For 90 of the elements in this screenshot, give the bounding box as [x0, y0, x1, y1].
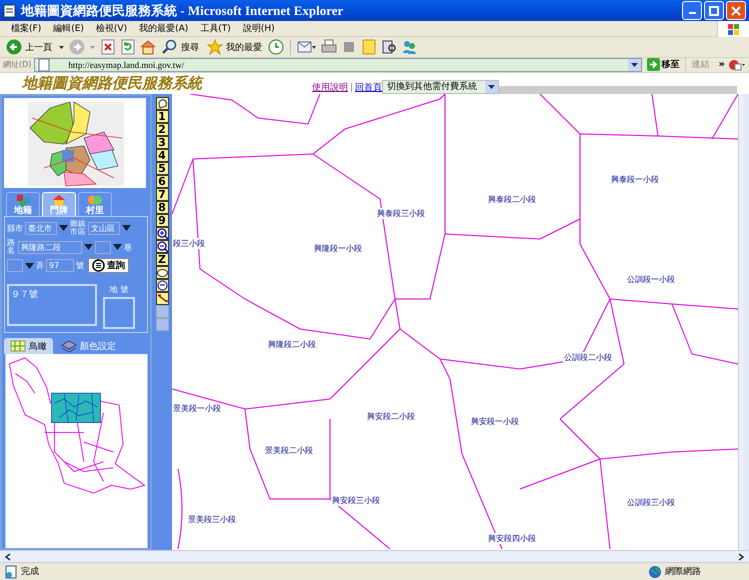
printer-icon[interactable] [321, 39, 337, 56]
land-number-label: 地 號 [110, 284, 128, 296]
home-icon[interactable] [140, 39, 156, 56]
close-icon [731, 6, 741, 16]
zoom-level-button[interactable]: 9 [156, 214, 168, 228]
menu-item[interactable]: 說明(H) [238, 22, 280, 36]
parcel-label: 興泰段三小段 [376, 208, 426, 220]
zoom-level-button[interactable]: 3 [156, 136, 168, 150]
zoom-level-button[interactable]: 4 [156, 149, 168, 162]
address-field[interactable]: http://easymap.land.moi.gov.tw/ [34, 58, 642, 72]
search-icon [162, 39, 178, 56]
tab-icon [10, 340, 26, 352]
zoom-in-icon [156, 228, 168, 240]
parcel-label: 興泰段一小段 [610, 174, 660, 186]
zoom-level-button[interactable]: 1 [156, 110, 168, 124]
status-text: 完成 [21, 566, 39, 578]
parcel-label: 段三小段 [172, 238, 206, 250]
parcel-label: 興安段三小段 [331, 495, 381, 506]
address-label: 網址(D) [3, 59, 32, 70]
menu-item[interactable]: 工具(T) [195, 22, 236, 36]
view-tab[interactable]: 鳥瞰 [4, 338, 53, 354]
zoom-level-button[interactable]: 7 [156, 188, 168, 202]
zoom-level-button[interactable]: 5 [156, 162, 168, 176]
parcel-label: 興隆段一小段 [313, 243, 363, 254]
dropdown-arrow-icon [25, 262, 34, 269]
parcel-label: 興安段四小段 [487, 533, 537, 544]
go-arrow-icon [646, 58, 660, 72]
lane-label: 巷 [124, 242, 132, 253]
header-link[interactable]: 回首頁 [355, 81, 382, 94]
full-extent-button[interactable]: Z [156, 253, 168, 266]
globe-icon [648, 564, 662, 579]
minimize-button[interactable] [682, 1, 702, 20]
parcel-label: 景美段二小段 [264, 445, 314, 456]
menu-item[interactable]: 檢視(V) [90, 22, 132, 36]
measure-button[interactable] [156, 292, 168, 306]
vertical-scrollbar[interactable] [738, 94, 749, 550]
parcel-label: 興隆段二小段 [267, 339, 317, 350]
zoom-in-button[interactable] [156, 227, 168, 240]
zoom-out-button[interactable] [156, 240, 168, 254]
parcel-label: 公訓段三小段 [626, 497, 676, 508]
system-select[interactable]: 切換到其他需付費系統 [382, 80, 499, 94]
measure-icon [156, 293, 168, 304]
zoom-out-icon [156, 241, 168, 252]
zoom-level-button[interactable]: 8 [156, 201, 168, 214]
dropdown-arrow-icon [84, 244, 93, 250]
site-logo: 地籍圖資網路便民服務系統 [22, 74, 205, 94]
parcel-label: 景美段一小段 [172, 403, 222, 414]
parcel-label: 興安段二小段 [366, 411, 416, 422]
parcel-label: 公訓段一小段 [626, 274, 676, 286]
more-button[interactable]: » [718, 59, 725, 70]
maximize-button[interactable] [704, 1, 724, 20]
road-label: 路名 [7, 239, 16, 256]
favorites-button[interactable]: 我的最愛 [205, 39, 264, 56]
dropdown-arrow-icon [113, 244, 122, 250]
tab-icon [61, 340, 77, 352]
go-button[interactable]: 移至 [644, 58, 682, 72]
maximize-icon [709, 6, 719, 16]
parcel-label: 興泰段二小段 [487, 194, 537, 206]
page-done-icon [4, 564, 18, 579]
back-button[interactable]: 上一頁 [4, 39, 54, 56]
alley-label: 弄 [36, 260, 44, 272]
menu-item[interactable]: 編輯(E) [48, 22, 89, 36]
parcel-label: 景美段三小段 [187, 514, 237, 526]
horizontal-scrollbar[interactable] [0, 550, 749, 562]
search-button[interactable]: 搜尋 [160, 39, 201, 56]
search-icon [92, 259, 105, 272]
star-icon [207, 39, 223, 56]
stop-icon[interactable] [100, 39, 116, 56]
zoom-level-button[interactable]: 6 [156, 175, 168, 188]
window-title: 地籍圖資網路便民服務系統 - Microsoft Internet Explorer [21, 2, 344, 20]
dropdown-arrow-icon [122, 225, 131, 232]
close-button[interactable] [726, 1, 746, 20]
flag-logo-icon [726, 22, 740, 36]
menu-item[interactable]: 我的最愛(A) [134, 22, 194, 36]
menu-item[interactable]: 檔案(F) [6, 22, 46, 36]
parcel-label: 興安段一小段 [470, 416, 520, 428]
page-icon [3, 4, 17, 18]
city-label: 縣市 [7, 222, 23, 234]
parcel-label: 公訓段二小段 [563, 352, 613, 364]
dropdown-arrow-icon [59, 225, 68, 232]
header-link[interactable]: 使用說明 [312, 81, 348, 94]
security-zone-label: 網際網路 [665, 566, 702, 578]
tab-icon [50, 193, 68, 208]
mail-icon[interactable] [297, 39, 317, 56]
zoom-level-button[interactable]: 2 [156, 123, 168, 136]
search-button[interactable]: 查詢 [88, 258, 129, 274]
history-icon[interactable] [268, 39, 284, 56]
number-label: 號 [76, 260, 84, 272]
map-view[interactable]: 段三小段 興泰段三小段 興隆段一小段 興泰段二小段 興泰段一小段 公訓段一小段 興隆段二小段 公訓段二小段 景美段一小段 興安段二小段 興安段一小段 景美段二小段 興安段三小段 公訓段三小段 景美段三小段 興安段四小段 [172, 94, 738, 550]
refresh-icon[interactable] [120, 39, 136, 56]
